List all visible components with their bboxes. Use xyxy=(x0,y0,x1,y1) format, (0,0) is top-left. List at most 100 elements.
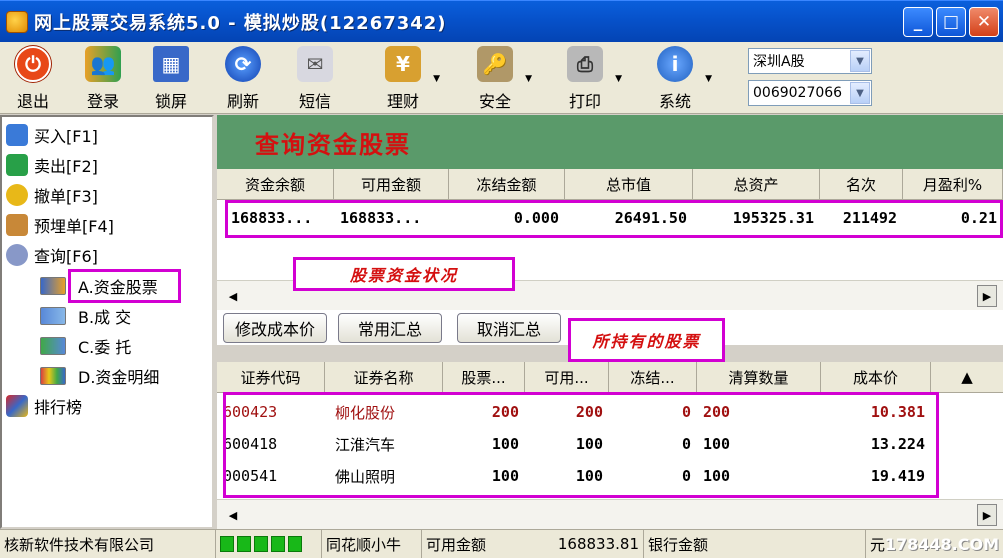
security-button[interactable]: 🔑 安全 ▼ xyxy=(468,46,532,112)
sidebar-item-sell[interactable]: 卖出[F2] xyxy=(6,153,98,177)
sidebar-item-label: 预埋单[F4] xyxy=(34,217,114,236)
sidebar-item-orders[interactable]: C.委 托 xyxy=(40,334,131,358)
refresh-button[interactable]: ⟳ 刷新 xyxy=(216,46,270,112)
sidebar-item-label: C.委 托 xyxy=(78,338,132,357)
table-row[interactable]: 168833... 168833... 0.000 26491.50 19532… xyxy=(217,202,1003,234)
scroll-up-icon[interactable]: ▲ xyxy=(931,362,1003,392)
print-dropdown-icon[interactable]: ▼ xyxy=(615,74,622,84)
table-row[interactable]: 600423 柳化股份 200 200 0 200 10.381 xyxy=(217,396,931,428)
stock-qty: 100 xyxy=(491,467,519,485)
sidebar-item-trades[interactable]: B.成 交 xyxy=(40,304,131,328)
sidebar-item-query[interactable]: 查询[F6] xyxy=(6,243,98,267)
column-header[interactable]: 可用... xyxy=(525,362,609,392)
refresh-label: 刷新 xyxy=(226,92,259,111)
column-header[interactable]: 总资产 xyxy=(693,169,820,199)
market-select[interactable]: 深圳A股 ▼ xyxy=(748,48,872,74)
security-label: 安全 xyxy=(478,92,511,111)
column-header[interactable]: 可用金额 xyxy=(334,169,449,199)
minimize-button[interactable]: _ xyxy=(903,7,933,37)
connection-indicator xyxy=(216,530,322,558)
scroll-left-icon[interactable]: ◀ xyxy=(223,504,243,526)
cancel-summary-button[interactable]: 取消汇总 xyxy=(457,313,561,343)
sidebar-item-buy[interactable]: 买入[F1] xyxy=(6,123,98,147)
column-header[interactable]: 证券名称 xyxy=(325,362,443,392)
column-header[interactable]: 资金余额 xyxy=(217,169,334,199)
account-select[interactable]: 0069027066 ▼ xyxy=(748,80,872,106)
chevron-down-icon[interactable]: ▼ xyxy=(850,82,870,104)
message-button[interactable]: ✉ 短信 xyxy=(288,46,342,112)
finance-dropdown-icon[interactable]: ▼ xyxy=(433,74,440,84)
print-button[interactable]: ⎙ 打印 ▼ xyxy=(558,46,622,112)
login-label: 登录 xyxy=(86,92,119,111)
stock-available: 100 xyxy=(575,467,603,485)
table-row[interactable]: 600418 江淮汽车 100 100 0 100 13.224 xyxy=(217,428,931,460)
stock-available: 100 xyxy=(575,435,603,453)
summary-button[interactable]: 常用汇总 xyxy=(338,313,442,343)
watermark: 178448.COM xyxy=(884,535,999,554)
column-header[interactable]: 冻结... xyxy=(609,362,697,392)
market-select-value: 深圳A股 xyxy=(753,54,805,70)
holdings-table: 证券代码 证券名称 股票... 可用... 冻结... 清算数量 成本价 ▲ 6… xyxy=(217,362,1003,529)
exit-button[interactable]: ⏻ 退出 xyxy=(6,46,60,112)
column-header[interactable]: 清算数量 xyxy=(697,362,821,392)
exit-icon: ⏻ xyxy=(15,46,51,82)
login-button[interactable]: 👥 登录 xyxy=(76,46,130,112)
login-icon: 👥 xyxy=(85,46,121,82)
stock-cost: 13.224 xyxy=(870,435,925,453)
sidebar-item-funds-stocks[interactable]: A.资金股票 xyxy=(40,274,158,298)
column-header[interactable]: 股票... xyxy=(443,362,525,392)
column-header[interactable]: 月盈利% xyxy=(903,169,1003,199)
ranking-icon xyxy=(6,395,28,417)
sidebar-item-label: 撤单[F3] xyxy=(34,187,98,206)
print-label: 打印 xyxy=(568,92,601,111)
column-header[interactable]: 证券代码 xyxy=(217,362,325,392)
chevron-down-icon[interactable]: ▼ xyxy=(850,50,870,72)
scroll-left-icon[interactable]: ◀ xyxy=(223,285,243,307)
column-header[interactable]: 成本价 xyxy=(821,362,931,392)
stock-frozen: 0 xyxy=(681,435,691,453)
query-icon xyxy=(6,244,28,266)
lock-screen-button[interactable]: ▦ 锁屏 xyxy=(144,46,198,112)
panel-header: 查询资金股票 xyxy=(217,115,1003,169)
holdings-table-header: 证券代码 证券名称 股票... 可用... 冻结... 清算数量 成本价 ▲ xyxy=(217,362,1003,393)
sidebar-item-fund-detail[interactable]: D.资金明细 xyxy=(40,364,159,388)
trades-icon xyxy=(40,307,66,325)
app-logo-icon xyxy=(6,10,28,33)
page-title: 查询资金股票 xyxy=(255,130,411,159)
column-header[interactable]: 名次 xyxy=(820,169,903,199)
sidebar-item-cancel-order[interactable]: 撤单[F3] xyxy=(6,183,98,207)
sidebar-item-ranking[interactable]: 排行榜 xyxy=(6,394,82,418)
scroll-right-icon[interactable]: ▶ xyxy=(977,504,997,526)
system-dropdown-icon[interactable]: ▼ xyxy=(705,74,712,84)
sidebar-item-label: 排行榜 xyxy=(34,398,83,417)
finance-icon: ¥ xyxy=(385,46,421,82)
stock-code: 600423 xyxy=(223,403,278,421)
stock-name: 江淮汽车 xyxy=(335,435,396,454)
available-funds-label: 可用金额 xyxy=(426,535,487,554)
column-header[interactable]: 总市值 xyxy=(565,169,693,199)
account-select-value: 0069027066 xyxy=(753,85,843,101)
lock-screen-label: 锁屏 xyxy=(154,92,187,111)
stock-code: 000541 xyxy=(223,467,278,485)
app-name: 同花顺小牛 xyxy=(322,530,422,558)
stock-available: 200 xyxy=(575,403,603,421)
security-dropdown-icon[interactable]: ▼ xyxy=(525,74,532,84)
monthly-profit: 0.21 xyxy=(960,209,997,227)
edit-cost-button[interactable]: 修改成本价 xyxy=(223,313,327,343)
scroll-right-icon[interactable]: ▶ xyxy=(977,285,997,307)
stock-qty: 200 xyxy=(491,403,519,421)
column-header[interactable]: 冻结金额 xyxy=(449,169,565,199)
holdings-scrollbar[interactable]: ◀ ▶ xyxy=(217,499,1003,529)
system-button[interactable]: i 系统 ▼ xyxy=(648,46,712,112)
sidebar-item-preset-order[interactable]: 预埋单[F4] xyxy=(6,213,114,237)
system-label: 系统 xyxy=(658,92,691,111)
table-row[interactable]: 000541 佛山照明 100 100 0 100 19.419 xyxy=(217,460,931,492)
toolbar: ⏻ 退出 👥 登录 ▦ 锁屏 ⟳ 刷新 ✉ 短信 ¥ 理财 ▼ 🔑 安全 ▼ ⎙… xyxy=(0,42,1003,114)
finance-button[interactable]: ¥ 理财 ▼ xyxy=(376,46,440,112)
lock-screen-icon: ▦ xyxy=(153,46,189,82)
company-name: 核新软件技术有限公司 xyxy=(0,530,216,558)
security-icon: 🔑 xyxy=(477,46,513,82)
close-button[interactable]: ✕ xyxy=(969,7,999,37)
maximize-button[interactable]: □ xyxy=(936,7,966,37)
message-label: 短信 xyxy=(298,92,331,111)
